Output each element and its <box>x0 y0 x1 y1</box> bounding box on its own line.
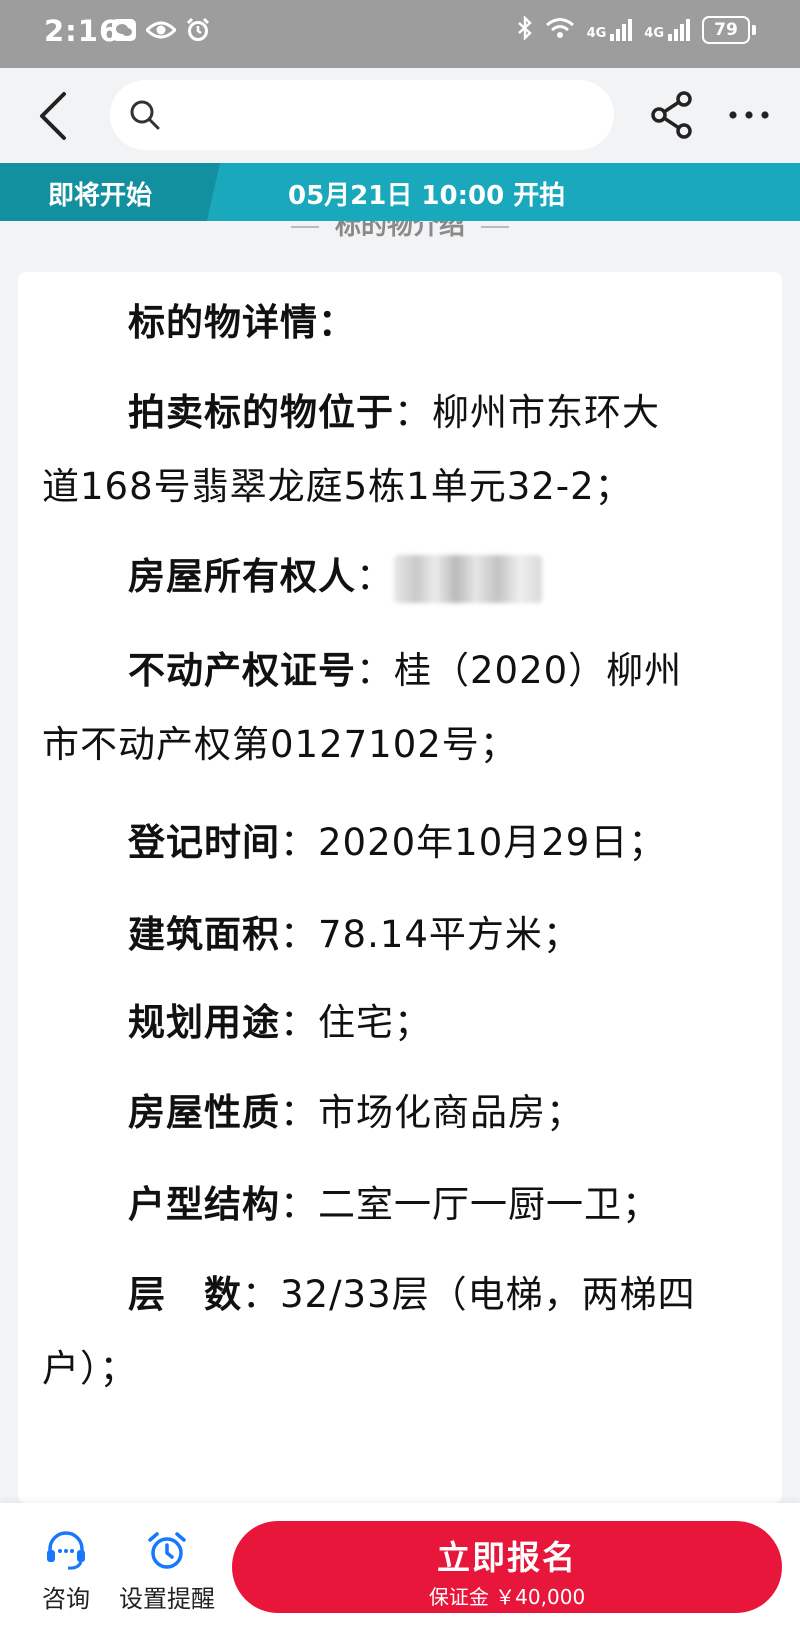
detail-title: 标的物详情： <box>128 301 356 344</box>
area-value: ：78.14平方米； <box>280 913 581 956</box>
registration-value: ：2020年10月29日； <box>280 821 667 864</box>
search-icon <box>128 98 162 136</box>
floor-value-cont: 户）； <box>42 1347 138 1390</box>
battery-indicator: 79 <box>702 16 756 44</box>
floor-value: ：32/33层（电梯，两梯四 <box>242 1273 696 1316</box>
deposit-amount: 保证金 ￥40,000 <box>428 1585 586 1609</box>
usage-value: ：住宅； <box>280 1001 432 1044</box>
set-reminder-label: 设置提醒 <box>119 1585 215 1613</box>
share-icon <box>651 91 692 139</box>
register-now-button[interactable]: 立即报名 保证金 ￥40,000 <box>232 1521 782 1613</box>
wechat-icon <box>112 19 136 45</box>
area-label: 建筑面积 <box>128 913 280 956</box>
consult-label: 咨询 <box>42 1585 90 1613</box>
location-value-cont: 道168号翡翠龙庭5栋1单元32-2； <box>42 465 633 508</box>
usage-line: 规划用途：住宅； <box>42 986 758 1060</box>
nature-line: 房屋性质：市场化商品房； <box>42 1076 758 1150</box>
usage-label: 规划用途 <box>128 1001 280 1044</box>
floor-label: 层 数 <box>128 1273 242 1316</box>
register-now-label: 立即报名 <box>437 1538 577 1577</box>
owner-label: 房屋所有权人 <box>128 555 356 598</box>
status-time: 2:16 <box>44 14 121 48</box>
location-line-2: 道168号翡翠龙庭5栋1单元32-2； <box>42 450 758 524</box>
wifi-icon <box>545 17 575 43</box>
detail-title-line: 标的物详情： <box>42 286 758 360</box>
back-button[interactable] <box>30 88 80 144</box>
cert-line-2: 市不动产权第0127102号； <box>42 708 758 782</box>
auction-start-time: 05月21日 10:00 开拍 <box>288 181 566 211</box>
battery-level: 79 <box>702 16 750 44</box>
owner-redacted <box>394 554 542 603</box>
cert-line: 不动产权证号：桂（2020）柳州 <box>42 634 758 708</box>
section-heading-peek: 标的物介绍 <box>0 221 800 249</box>
search-input[interactable] <box>110 80 614 150</box>
more-icon <box>729 111 769 119</box>
signal-4g-icon-2: 4G <box>644 19 690 41</box>
eye-icon <box>144 20 178 44</box>
cert-value: ：桂（2020）柳州 <box>356 649 683 692</box>
layout-label: 户型结构 <box>128 1183 280 1226</box>
consult-button[interactable]: 咨询 <box>34 1531 98 1614</box>
chevron-left-icon <box>40 92 66 140</box>
floor-line: 层 数：32/33层（电梯，两梯四 <box>42 1258 758 1332</box>
registration-label: 登记时间 <box>128 821 280 864</box>
bluetooth-icon <box>517 15 533 44</box>
cert-label: 不动产权证号 <box>128 649 356 692</box>
headset-icon <box>47 1531 85 1570</box>
area-line: 建筑面积：78.14平方米； <box>42 898 758 972</box>
status-bar: 2:16 4G 4G 79 <box>0 0 800 68</box>
nature-value: ：市场化商品房； <box>280 1091 584 1134</box>
location-line: 拍卖标的物位于：柳州市东环大 <box>42 376 758 450</box>
alarm-icon <box>186 17 210 46</box>
property-detail-card: 标的物详情： 拍卖标的物位于：柳州市东环大 道168号翡翠龙庭5栋1单元32-2… <box>18 272 782 1503</box>
cert-value-cont: 市不动产权第0127102号； <box>42 723 518 766</box>
registration-line: 登记时间：2020年10月29日； <box>42 806 758 880</box>
signal-4g-icon: 4G <box>587 19 633 41</box>
auction-status-banner: 即将开始 05月21日 10:00 开拍 <box>0 163 800 221</box>
nature-label: 房屋性质 <box>128 1091 280 1134</box>
share-button[interactable] <box>648 90 696 140</box>
location-label: 拍卖标的物位于 <box>128 391 394 434</box>
set-reminder-button[interactable]: 设置提醒 <box>112 1531 222 1614</box>
location-value: ：柳州市东环大 <box>394 391 660 434</box>
nav-bar <box>0 68 800 163</box>
auction-status-label: 即将开始 <box>48 181 153 211</box>
layout-line: 户型结构：二室一厅一厨一卫； <box>42 1168 758 1242</box>
floor-line-2: 户）； <box>42 1332 758 1406</box>
owner-line: 房屋所有权人： <box>42 540 758 614</box>
bottom-action-bar: 咨询 设置提醒 立即报名 保证金 ￥40,000 <box>0 1503 800 1633</box>
layout-value: ：二室一厅一厨一卫； <box>280 1183 660 1226</box>
alarm-clock-icon <box>148 1532 186 1569</box>
more-button[interactable] <box>724 90 774 140</box>
